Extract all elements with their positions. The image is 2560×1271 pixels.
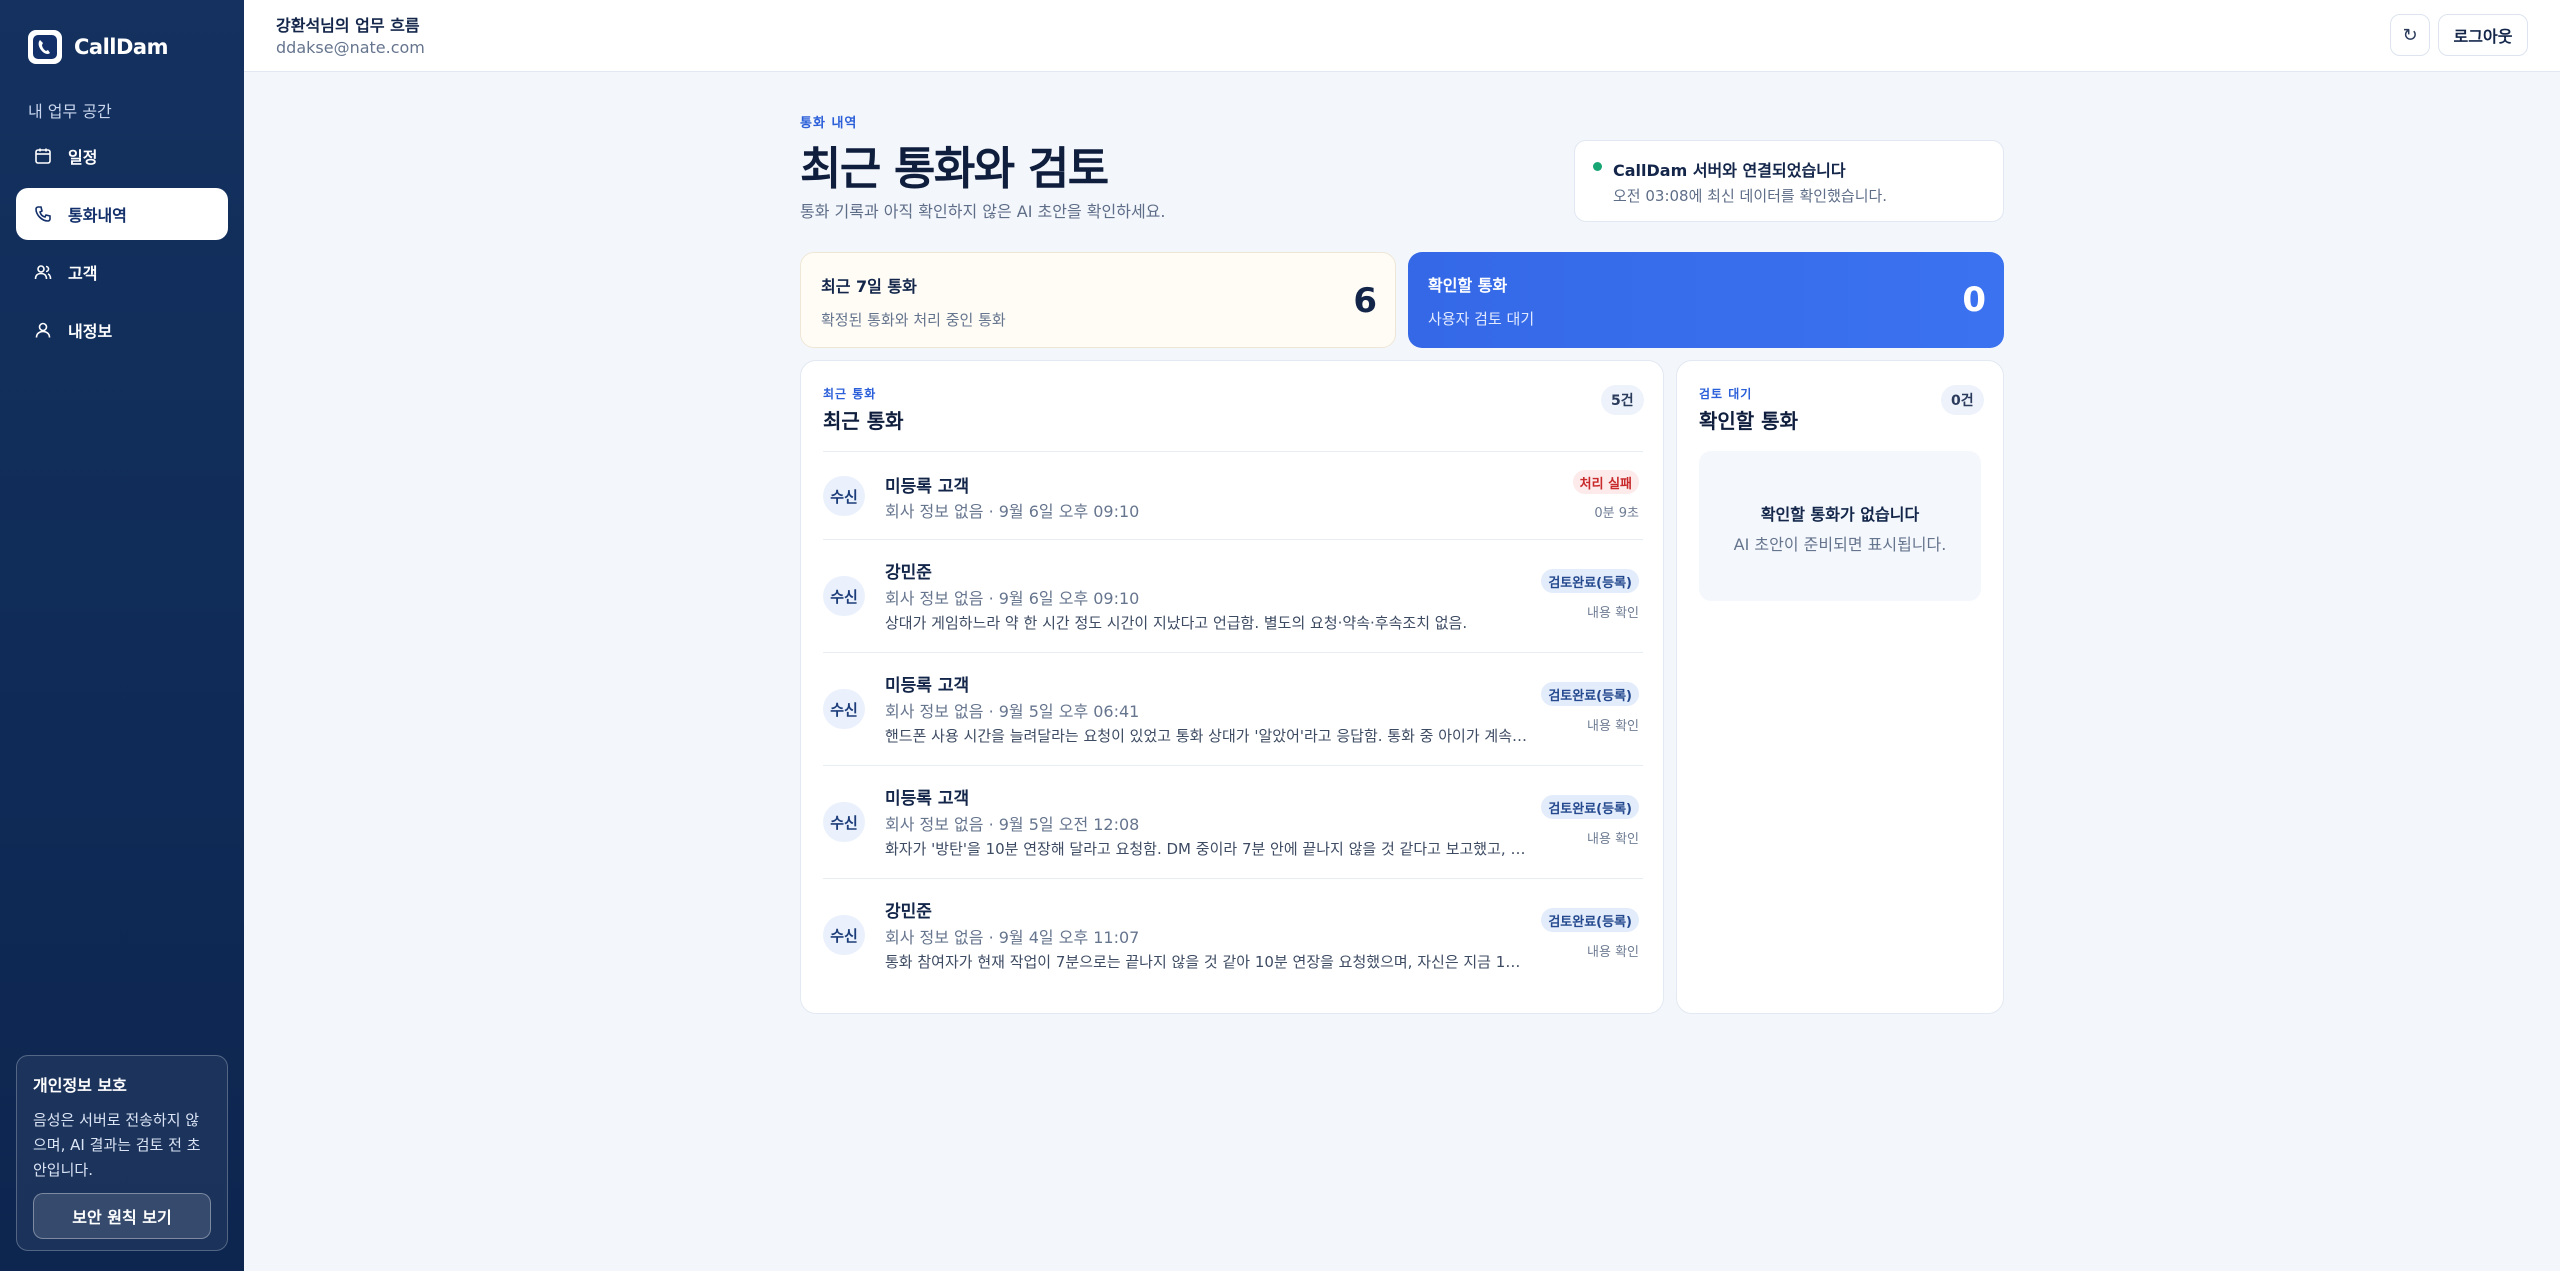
view-content-link[interactable]: 내용 확인 [1587, 828, 1639, 847]
empty-state-title: 확인할 통화가 없습니다 [1760, 505, 1920, 524]
panel-eyebrow: 검토 대기 [1699, 387, 1753, 401]
view-content-link[interactable]: 내용 확인 [1587, 715, 1639, 734]
call-direction-badge: 수신 [823, 915, 865, 955]
panel-eyebrow: 최근 통화 [823, 387, 877, 401]
status-dot-icon [1593, 162, 1602, 171]
panel-title: 확인할 통화 [1699, 409, 1798, 433]
sidebar-item-label: 내정보 [68, 322, 113, 341]
sidebar-item-label: 일정 [68, 148, 98, 167]
sidebar-item-call-history[interactable]: 통화내역 [16, 188, 228, 240]
call-row[interactable]: 수신 미등록 고객 회사 정보 없음 · 9월 5일 오후 06:41 핸드폰 … [823, 652, 1643, 765]
security-principles-button[interactable]: 보안 원칙 보기 [33, 1193, 211, 1239]
sidebar-nav: 일정 통화내역 고객 내정보 [16, 130, 228, 362]
sidebar-item-label: 고객 [68, 264, 98, 283]
call-row[interactable]: 수신 강민준 회사 정보 없음 · 9월 4일 오후 11:07 통화 참여자가… [823, 878, 1643, 991]
server-status-subtitle: 오전 03:08에 최신 데이터를 확인했습니다. [1613, 187, 1888, 205]
phone-icon [35, 206, 51, 222]
call-direction-badge: 수신 [823, 689, 865, 729]
call-summary: 통화 참여자가 현재 작업이 7분으로는 끝나지 않을 것 같아 10분 연장을… [885, 953, 1529, 971]
stat-recent-calls[interactable]: 최근 7일 통화 확정된 통화와 처리 중인 통화 6 [800, 252, 1396, 348]
status-badge: 검토완료(등록) [1541, 908, 1639, 932]
topbar: 강환석님의 업무 흐름 ddakse@nate.com ↻ 로그아웃 [244, 0, 2560, 72]
users-icon [34, 265, 52, 280]
call-meta: 회사 정보 없음 · 9월 5일 오후 06:41 [885, 702, 1140, 721]
brand[interactable]: CallDam [28, 30, 168, 64]
page-subtitle: 통화 기록과 아직 확인하지 않은 AI 초안을 확인하세요. [800, 202, 1166, 221]
caller-name: 강민준 [885, 902, 932, 922]
recent-calls-panel: 최근 통화 최근 통화 5건 수신 미등록 고객 회사 정보 없음 · 9월 6… [800, 360, 1664, 1014]
caller-name: 미등록 고객 [885, 477, 970, 497]
call-meta: 회사 정보 없음 · 9월 6일 오후 09:10 [885, 589, 1140, 608]
call-direction-badge: 수신 [823, 802, 865, 842]
stat-value: 6 [1353, 281, 1377, 321]
stat-title: 확인할 통화 [1428, 276, 1508, 295]
call-duration: 0분 9초 [1594, 506, 1639, 521]
call-meta: 회사 정보 없음 · 9월 5일 오전 12:08 [885, 815, 1140, 834]
call-summary: 핸드폰 사용 시간을 늘려달라는 요청이 있었고 통화 상대가 '알았어'라고 … [885, 727, 1529, 745]
status-badge: 검토완료(등록) [1541, 569, 1639, 593]
logout-button[interactable]: 로그아웃 [2438, 14, 2528, 56]
view-content-link[interactable]: 내용 확인 [1587, 941, 1639, 960]
count-badge: 0건 [1941, 385, 1984, 415]
workspace-title: 강환석님의 업무 흐름 [276, 16, 420, 35]
user-email: ddakse@nate.com [276, 38, 425, 57]
server-status-title: CallDam 서버와 연결되었습니다 [1613, 161, 1846, 180]
call-row[interactable]: 수신 강민준 회사 정보 없음 · 9월 6일 오후 09:10 상대가 게임하… [823, 539, 1643, 652]
call-list: 수신 미등록 고객 회사 정보 없음 · 9월 6일 오후 09:10 처리 실… [823, 451, 1643, 991]
stat-review-calls[interactable]: 확인할 통화 사용자 검토 대기 0 [1408, 252, 2004, 348]
page-title: 최근 통화와 검토 [800, 142, 1109, 195]
brand-name: CallDam [74, 35, 168, 59]
stat-subtitle: 확정된 통화와 처리 중인 통화 [821, 311, 1006, 329]
stat-subtitle: 사용자 검토 대기 [1428, 310, 1535, 328]
caller-name: 미등록 고객 [885, 789, 970, 809]
view-content-link[interactable]: 내용 확인 [1587, 602, 1639, 621]
empty-state: 확인할 통화가 없습니다 AI 초안이 준비되면 표시됩니다. [1699, 451, 1981, 601]
panel-title: 최근 통화 [823, 409, 904, 433]
call-meta: 회사 정보 없음 · 9월 4일 오후 11:07 [885, 928, 1140, 947]
status-badge: 검토완료(등록) [1541, 795, 1639, 819]
call-meta: 회사 정보 없음 · 9월 6일 오후 09:10 [885, 502, 1140, 521]
sidebar: CallDam 내 업무 공간 일정 통화내역 고객 내정보 개인정보 보호 음… [0, 0, 244, 1271]
call-row[interactable]: 수신 미등록 고객 회사 정보 없음 · 9월 6일 오후 09:10 처리 실… [823, 451, 1643, 539]
privacy-title: 개인정보 보호 [33, 1076, 127, 1095]
sidebar-item-schedule[interactable]: 일정 [16, 130, 228, 182]
call-row[interactable]: 수신 미등록 고객 회사 정보 없음 · 9월 5일 오전 12:08 화자가 … [823, 765, 1643, 878]
calendar-icon [35, 148, 51, 164]
empty-state-subtitle: AI 초안이 준비되면 표시됩니다. [1733, 535, 1947, 554]
call-summary: 상대가 게임하느라 약 한 시간 정도 시간이 지났다고 언급함. 별도의 요청… [885, 614, 1468, 632]
status-badge: 검토완료(등록) [1541, 682, 1639, 706]
call-summary: 화자가 '방탄'을 10분 연장해 달라고 요청함. DM 중이라 7분 안에 … [885, 840, 1529, 858]
caller-name: 강민준 [885, 563, 932, 583]
sidebar-item-customers[interactable]: 고객 [16, 246, 228, 298]
count-badge: 5건 [1601, 385, 1644, 415]
privacy-text: 음성은 서버로 전송하지 않으며, AI 결과는 검토 전 초안입니다. [33, 1111, 201, 1179]
stat-title: 최근 7일 통화 [821, 277, 917, 296]
status-badge: 처리 실패 [1572, 470, 1639, 494]
page-eyebrow: 통화 내역 [800, 116, 858, 131]
sidebar-item-my-info[interactable]: 내정보 [16, 304, 228, 356]
caller-name: 미등록 고객 [885, 676, 970, 696]
review-panel: 검토 대기 확인할 통화 0건 확인할 통화가 없습니다 AI 초안이 준비되면… [1676, 360, 2004, 1014]
sidebar-item-label: 통화내역 [68, 206, 127, 225]
privacy-card: 개인정보 보호 음성은 서버로 전송하지 않으며, AI 결과는 검토 전 초안… [16, 1055, 228, 1251]
server-status-card: CallDam 서버와 연결되었습니다 오전 03:08에 최신 데이터를 확인… [1574, 140, 2004, 222]
user-icon [35, 322, 51, 338]
stat-value: 0 [1962, 280, 1986, 320]
calldam-logo-icon [28, 30, 62, 64]
call-direction-badge: 수신 [823, 476, 865, 516]
call-direction-badge: 수신 [823, 576, 865, 616]
refresh-icon: ↻ [2402, 24, 2418, 46]
refresh-button[interactable]: ↻ [2390, 14, 2430, 56]
sidebar-section-label: 내 업무 공간 [28, 102, 112, 121]
